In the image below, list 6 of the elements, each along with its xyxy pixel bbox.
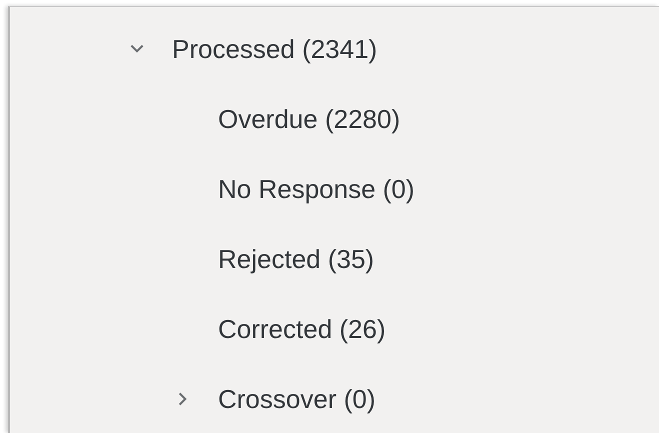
tree-item[interactable]: Processed (2341)	[10, 14, 659, 84]
tree-item[interactable]: Rejected (35)	[10, 224, 659, 294]
tree-item[interactable]: Overdue (2280)	[10, 84, 659, 154]
tree-item[interactable]: No Response (0)	[10, 154, 659, 224]
tree-item[interactable]: Crossover (0)	[10, 364, 659, 433]
tree-item[interactable]: Corrected (26)	[10, 294, 659, 364]
